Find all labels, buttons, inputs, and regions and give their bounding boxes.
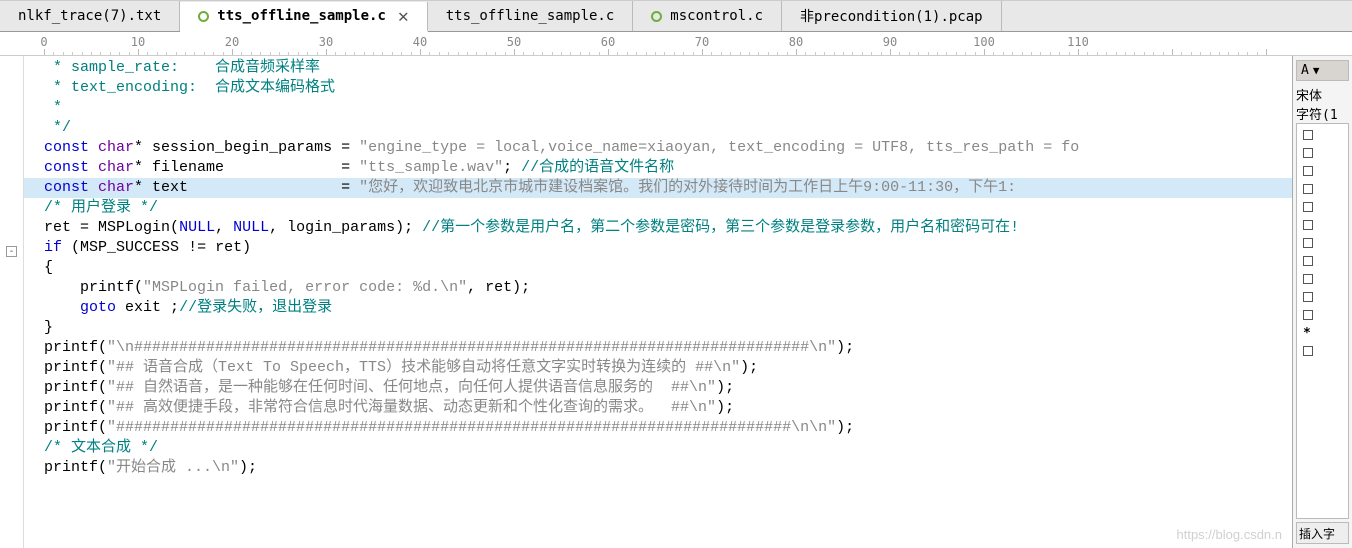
square-icon xyxy=(1303,256,1313,266)
ruler-mark: 60 xyxy=(601,35,615,49)
ruler-mark: 110 xyxy=(1067,35,1089,49)
symbol-item[interactable] xyxy=(1299,198,1346,216)
code-line[interactable]: * xyxy=(24,98,1292,118)
ruler-mark: 100 xyxy=(973,35,995,49)
symbol-item[interactable] xyxy=(1299,144,1346,162)
symbol-item[interactable] xyxy=(1299,234,1346,252)
ruler-mark: 30 xyxy=(319,35,333,49)
square-icon xyxy=(1303,274,1313,284)
symbol-item[interactable]: * xyxy=(1299,324,1346,342)
tab-0[interactable]: nlkf_trace(7).txt xyxy=(0,1,180,31)
ruler-mark: 0 xyxy=(40,35,47,49)
tab-label: 非precondition(1).pcap xyxy=(800,6,983,26)
symbol-item[interactable] xyxy=(1299,342,1346,360)
modified-dot-icon xyxy=(198,11,209,22)
close-icon[interactable]: ✕ xyxy=(398,6,409,27)
ruler-mark: 50 xyxy=(507,35,521,49)
code-line[interactable]: printf("开始合成 ...\n"); xyxy=(24,458,1292,478)
ruler-mark: 40 xyxy=(413,35,427,49)
code-line[interactable]: * text_encoding: 合成文本编码格式 xyxy=(24,78,1292,98)
code-line[interactable]: const char* text = "您好，欢迎致电北京市城市建设档案馆。我们… xyxy=(24,178,1292,198)
code-line[interactable]: printf("################################… xyxy=(24,418,1292,438)
ruler-mark: 70 xyxy=(695,35,709,49)
tab-label: tts_offline_sample.c xyxy=(446,8,615,24)
code-area[interactable]: * sample_rate: 合成音频采样率 * text_encoding: … xyxy=(24,56,1292,548)
tab-label: tts_offline_sample.c xyxy=(217,8,386,24)
editor[interactable]: - * sample_rate: 合成音频采样率 * text_encoding… xyxy=(0,56,1292,548)
ruler-mark: 90 xyxy=(883,35,897,49)
symbol-item[interactable] xyxy=(1299,270,1346,288)
code-line[interactable]: printf("## 语音合成（Text To Speech，TTS）技术能够自… xyxy=(24,358,1292,378)
tab-1[interactable]: tts_offline_sample.c ✕ xyxy=(180,2,427,32)
square-icon xyxy=(1303,130,1313,140)
code-line[interactable]: goto exit ;//登录失败，退出登录 xyxy=(24,298,1292,318)
side-panel-header[interactable]: A ▼ xyxy=(1296,60,1349,81)
symbol-item[interactable] xyxy=(1299,252,1346,270)
code-line[interactable]: printf("## 高效便捷手段，非常符合信息时代海量数据、动态更新和个性化查… xyxy=(24,398,1292,418)
square-icon xyxy=(1303,220,1313,230)
ruler: 0 10 20 30 40 50 60 70 80 90 100 110 xyxy=(0,32,1352,56)
asterisk-icon: * xyxy=(1303,326,1311,341)
fold-toggle-icon[interactable]: - xyxy=(6,246,17,257)
code-line[interactable]: /* 文本合成 */ xyxy=(24,438,1292,458)
tab-4[interactable]: 非precondition(1).pcap xyxy=(782,1,1002,31)
modified-dot-icon xyxy=(651,11,662,22)
symbol-item[interactable] xyxy=(1299,126,1346,144)
symbol-item[interactable] xyxy=(1299,162,1346,180)
symbol-item[interactable] xyxy=(1299,288,1346,306)
char-info-label: 字符(1 xyxy=(1296,104,1349,123)
code-line[interactable]: } xyxy=(24,318,1292,338)
tab-label: mscontrol.c xyxy=(670,8,763,24)
font-name-label: 宋体 xyxy=(1296,85,1349,104)
square-icon xyxy=(1303,346,1313,356)
insert-char-button[interactable]: 插入字 xyxy=(1296,522,1349,544)
code-line[interactable]: const char* session_begin_params = "engi… xyxy=(24,138,1292,158)
side-panel: A ▼ 宋体 字符(1 * 插入字 xyxy=(1292,56,1352,548)
code-line[interactable]: ret = MSPLogin(NULL, NULL, login_params)… xyxy=(24,218,1292,238)
ruler-mark: 10 xyxy=(131,35,145,49)
square-icon xyxy=(1303,238,1313,248)
code-line[interactable]: printf("\n##############################… xyxy=(24,338,1292,358)
main-area: - * sample_rate: 合成音频采样率 * text_encoding… xyxy=(0,56,1352,548)
tab-2[interactable]: tts_offline_sample.c xyxy=(428,1,634,31)
square-icon xyxy=(1303,202,1313,212)
code-line[interactable]: const char* filename = "tts_sample.wav";… xyxy=(24,158,1292,178)
dropdown-arrow-icon[interactable]: ▼ xyxy=(1313,64,1320,77)
code-line[interactable]: printf("MSPLogin failed, error code: %d.… xyxy=(24,278,1292,298)
code-line[interactable]: * sample_rate: 合成音频采样率 xyxy=(24,58,1292,78)
ruler-mark: 80 xyxy=(789,35,803,49)
square-icon xyxy=(1303,292,1313,302)
square-icon xyxy=(1303,148,1313,158)
tab-3[interactable]: mscontrol.c xyxy=(633,1,782,31)
fold-gutter[interactable]: - xyxy=(0,56,24,548)
ruler-mark: 20 xyxy=(225,35,239,49)
symbol-list[interactable]: * xyxy=(1296,123,1349,519)
symbol-item[interactable] xyxy=(1299,306,1346,324)
code-line[interactable]: { xyxy=(24,258,1292,278)
square-icon xyxy=(1303,184,1313,194)
symbol-item[interactable] xyxy=(1299,216,1346,234)
code-line[interactable]: */ xyxy=(24,118,1292,138)
symbol-item[interactable] xyxy=(1299,180,1346,198)
code-line[interactable]: if (MSP_SUCCESS != ret) xyxy=(24,238,1292,258)
code-line[interactable]: /* 用户登录 */ xyxy=(24,198,1292,218)
tab-bar: nlkf_trace(7).txttts_offline_sample.c✕tt… xyxy=(0,0,1352,32)
code-line[interactable]: printf("## 自然语音，是一种能够在任何时间、任何地点，向任何人提供语音… xyxy=(24,378,1292,398)
side-panel-head-label: A xyxy=(1301,63,1309,78)
square-icon xyxy=(1303,166,1313,176)
square-icon xyxy=(1303,310,1313,320)
tab-label: nlkf_trace(7).txt xyxy=(18,8,161,24)
